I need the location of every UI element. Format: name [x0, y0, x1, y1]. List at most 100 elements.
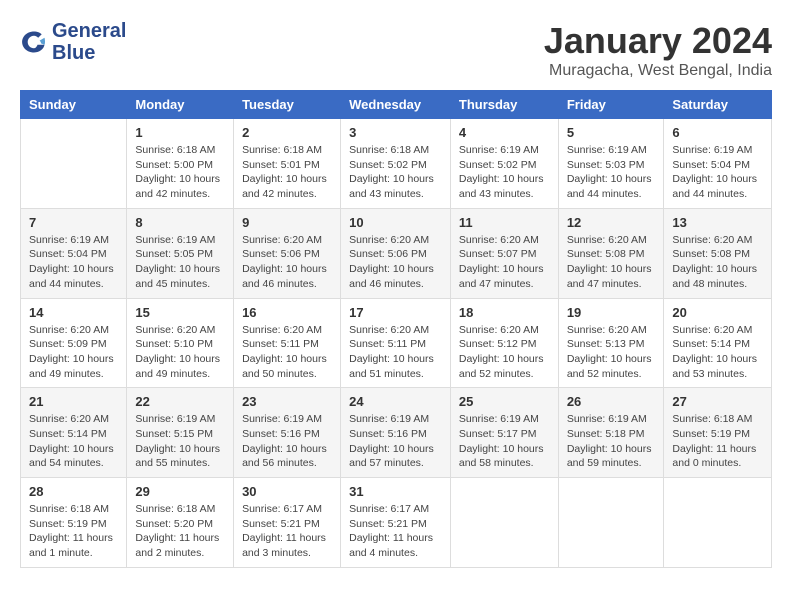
calendar-cell: 17 Sunrise: 6:20 AM Sunset: 5:11 PM Dayli…: [341, 298, 451, 388]
calendar-cell: 10 Sunrise: 6:20 AM Sunset: 5:06 PM Dayli…: [341, 208, 451, 298]
day-number: 22: [135, 394, 225, 409]
calendar-cell: [664, 478, 772, 568]
calendar-cell: 21Sunrise: 6:20 AM Sunset: 5:14 PM Dayli…: [21, 388, 127, 478]
day-detail: Sunrise: 6:19 AM Sunset: 5:02 PM Dayligh…: [459, 143, 550, 202]
calendar-cell: 11 Sunrise: 6:20 AM Sunset: 5:07 PM Dayli…: [450, 208, 558, 298]
logo: General Blue: [20, 20, 126, 64]
weekday-header-tuesday: Tuesday: [234, 91, 341, 119]
day-detail: Sunrise: 6:19 AM Sunset: 5:15 PM Dayligh…: [135, 412, 225, 471]
day-number: 17: [349, 305, 442, 320]
calendar-title: January 2024: [544, 20, 772, 62]
calendar-cell: [450, 478, 558, 568]
calendar-cell: 4 Sunrise: 6:19 AM Sunset: 5:02 PM Daylig…: [450, 119, 558, 209]
logo-icon: [20, 28, 48, 56]
day-number: 16: [242, 305, 332, 320]
calendar-cell: 7 Sunrise: 6:19 AM Sunset: 5:04 PM Daylig…: [21, 208, 127, 298]
day-number: 11: [459, 215, 550, 230]
day-detail: Sunrise: 6:20 AM Sunset: 5:07 PM Dayligh…: [459, 233, 550, 292]
day-detail: Sunrise: 6:20 AM Sunset: 5:08 PM Dayligh…: [672, 233, 763, 292]
calendar-cell: 29 Sunrise: 6:18 AM Sunset: 5:20 PM Dayli…: [127, 478, 234, 568]
calendar-cell: 19 Sunrise: 6:20 AM Sunset: 5:13 PM Dayli…: [558, 298, 664, 388]
calendar-week-row: 28Sunrise: 6:18 AM Sunset: 5:19 PM Dayli…: [21, 478, 772, 568]
calendar-cell: 27 Sunrise: 6:18 AM Sunset: 5:19 PM Dayli…: [664, 388, 772, 478]
calendar-cell: 1Sunrise: 6:18 AM Sunset: 5:00 PM Daylig…: [127, 119, 234, 209]
weekday-header-sunday: Sunday: [21, 91, 127, 119]
calendar-subtitle: Muragacha, West Bengal, India: [544, 62, 772, 80]
day-detail: Sunrise: 6:20 AM Sunset: 5:11 PM Dayligh…: [242, 323, 332, 382]
day-detail: Sunrise: 6:17 AM Sunset: 5:21 PM Dayligh…: [349, 502, 442, 561]
day-detail: Sunrise: 6:18 AM Sunset: 5:19 PM Dayligh…: [672, 412, 763, 471]
day-number: 5: [567, 125, 656, 140]
calendar-cell: 18Sunrise: 6:20 AM Sunset: 5:12 PM Dayli…: [450, 298, 558, 388]
header: General Blue January 2024 Muragacha, Wes…: [20, 20, 772, 80]
day-detail: Sunrise: 6:17 AM Sunset: 5:21 PM Dayligh…: [242, 502, 332, 561]
calendar-cell: [21, 119, 127, 209]
day-detail: Sunrise: 6:20 AM Sunset: 5:14 PM Dayligh…: [672, 323, 763, 382]
weekday-header-friday: Friday: [558, 91, 664, 119]
day-number: 14: [29, 305, 118, 320]
calendar-cell: 31 Sunrise: 6:17 AM Sunset: 5:21 PM Dayli…: [341, 478, 451, 568]
day-number: 28: [29, 484, 118, 499]
day-detail: Sunrise: 6:20 AM Sunset: 5:12 PM Dayligh…: [459, 323, 550, 382]
day-detail: Sunrise: 6:19 AM Sunset: 5:18 PM Dayligh…: [567, 412, 656, 471]
day-detail: Sunrise: 6:20 AM Sunset: 5:06 PM Dayligh…: [242, 233, 332, 292]
day-number: 8: [135, 215, 225, 230]
day-number: 23: [242, 394, 332, 409]
day-detail: Sunrise: 6:20 AM Sunset: 5:06 PM Dayligh…: [349, 233, 442, 292]
day-number: 13: [672, 215, 763, 230]
day-number: 3: [349, 125, 442, 140]
day-detail: Sunrise: 6:19 AM Sunset: 5:03 PM Dayligh…: [567, 143, 656, 202]
calendar-week-row: 21Sunrise: 6:20 AM Sunset: 5:14 PM Dayli…: [21, 388, 772, 478]
title-section: January 2024 Muragacha, West Bengal, Ind…: [544, 20, 772, 80]
calendar-cell: 6Sunrise: 6:19 AM Sunset: 5:04 PM Daylig…: [664, 119, 772, 209]
calendar-cell: 26 Sunrise: 6:19 AM Sunset: 5:18 PM Dayli…: [558, 388, 664, 478]
day-number: 21: [29, 394, 118, 409]
day-number: 20: [672, 305, 763, 320]
day-number: 25: [459, 394, 550, 409]
day-number: 30: [242, 484, 332, 499]
day-detail: Sunrise: 6:20 AM Sunset: 5:11 PM Dayligh…: [349, 323, 442, 382]
day-number: 19: [567, 305, 656, 320]
day-number: 31: [349, 484, 442, 499]
day-number: 10: [349, 215, 442, 230]
calendar-cell: 12 Sunrise: 6:20 AM Sunset: 5:08 PM Dayli…: [558, 208, 664, 298]
calendar-cell: 13 Sunrise: 6:20 AM Sunset: 5:08 PM Dayli…: [664, 208, 772, 298]
calendar-cell: 25 Sunrise: 6:19 AM Sunset: 5:17 PM Dayli…: [450, 388, 558, 478]
day-detail: Sunrise: 6:20 AM Sunset: 5:09 PM Dayligh…: [29, 323, 118, 382]
calendar-cell: 15 Sunrise: 6:20 AM Sunset: 5:10 PM Dayli…: [127, 298, 234, 388]
day-detail: Sunrise: 6:18 AM Sunset: 5:02 PM Dayligh…: [349, 143, 442, 202]
calendar-cell: 14 Sunrise: 6:20 AM Sunset: 5:09 PM Dayli…: [21, 298, 127, 388]
calendar-week-row: 1Sunrise: 6:18 AM Sunset: 5:00 PM Daylig…: [21, 119, 772, 209]
day-detail: Sunrise: 6:20 AM Sunset: 5:10 PM Dayligh…: [135, 323, 225, 382]
logo-text: General Blue: [52, 20, 126, 64]
weekday-header-row: SundayMondayTuesdayWednesdayThursdayFrid…: [21, 91, 772, 119]
day-detail: Sunrise: 6:19 AM Sunset: 5:16 PM Dayligh…: [242, 412, 332, 471]
day-number: 7: [29, 215, 118, 230]
day-detail: Sunrise: 6:19 AM Sunset: 5:17 PM Dayligh…: [459, 412, 550, 471]
calendar-cell: 2Sunrise: 6:18 AM Sunset: 5:01 PM Daylig…: [234, 119, 341, 209]
day-number: 29: [135, 484, 225, 499]
calendar-cell: 3 Sunrise: 6:18 AM Sunset: 5:02 PM Daylig…: [341, 119, 451, 209]
day-detail: Sunrise: 6:18 AM Sunset: 5:20 PM Dayligh…: [135, 502, 225, 561]
day-number: 9: [242, 215, 332, 230]
weekday-header-wednesday: Wednesday: [341, 91, 451, 119]
weekday-header-saturday: Saturday: [664, 91, 772, 119]
calendar-table: SundayMondayTuesdayWednesdayThursdayFrid…: [20, 90, 772, 568]
calendar-cell: 22 Sunrise: 6:19 AM Sunset: 5:15 PM Dayli…: [127, 388, 234, 478]
day-detail: Sunrise: 6:20 AM Sunset: 5:08 PM Dayligh…: [567, 233, 656, 292]
day-number: 15: [135, 305, 225, 320]
day-detail: Sunrise: 6:19 AM Sunset: 5:05 PM Dayligh…: [135, 233, 225, 292]
day-detail: Sunrise: 6:19 AM Sunset: 5:04 PM Dayligh…: [29, 233, 118, 292]
day-number: 24: [349, 394, 442, 409]
day-detail: Sunrise: 6:20 AM Sunset: 5:13 PM Dayligh…: [567, 323, 656, 382]
day-number: 26: [567, 394, 656, 409]
calendar-cell: 23 Sunrise: 6:19 AM Sunset: 5:16 PM Dayli…: [234, 388, 341, 478]
day-number: 12: [567, 215, 656, 230]
day-number: 4: [459, 125, 550, 140]
day-number: 2: [242, 125, 332, 140]
calendar-cell: 24Sunrise: 6:19 AM Sunset: 5:16 PM Dayli…: [341, 388, 451, 478]
calendar-week-row: 14 Sunrise: 6:20 AM Sunset: 5:09 PM Dayli…: [21, 298, 772, 388]
calendar-cell: 28Sunrise: 6:18 AM Sunset: 5:19 PM Dayli…: [21, 478, 127, 568]
day-number: 27: [672, 394, 763, 409]
day-number: 6: [672, 125, 763, 140]
